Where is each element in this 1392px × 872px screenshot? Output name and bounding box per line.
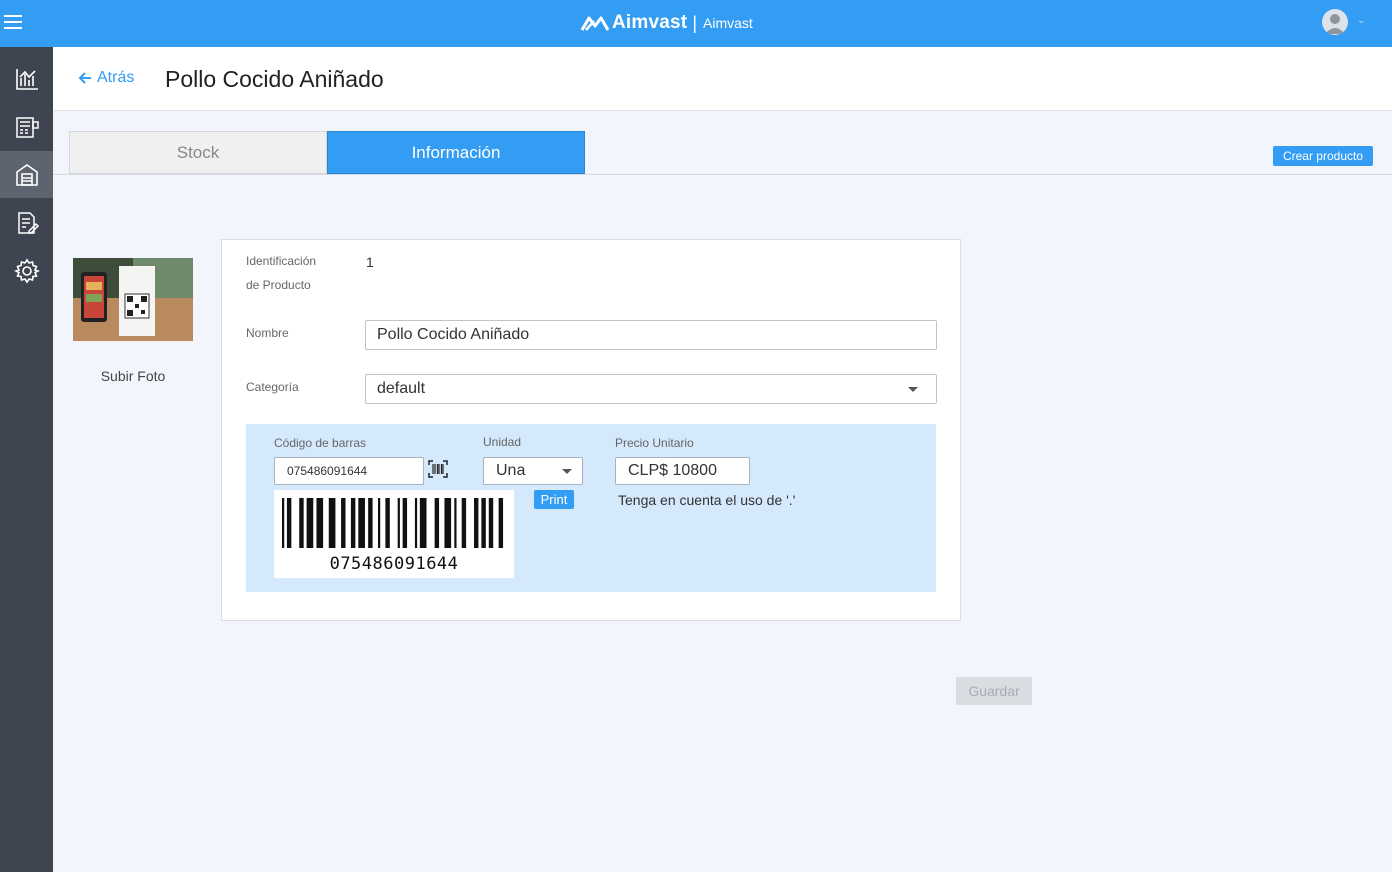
upload-photo-link[interactable]: Subir Foto (73, 368, 193, 384)
pos-icon (15, 116, 39, 138)
unit-select[interactable]: Una (483, 457, 583, 485)
barcode-bar (434, 498, 440, 548)
sidebar (0, 47, 53, 872)
barcode-bar (358, 498, 365, 548)
barcode-bar (368, 498, 373, 548)
barcode-bar (444, 498, 452, 548)
barcode-scan-icon[interactable] (428, 460, 448, 478)
category-value: default (377, 380, 426, 397)
tab-stock[interactable]: Stock (69, 131, 327, 174)
barcode-bar (498, 498, 504, 548)
barcode-bar (378, 498, 381, 548)
hamburger-menu-icon[interactable] (4, 15, 24, 31)
analytics-icon (15, 68, 38, 90)
barcode-bar (414, 498, 418, 548)
gear-icon (13, 258, 40, 283)
barcode-label: Código de barras (274, 436, 367, 450)
barcode-bar (299, 498, 304, 548)
back-label: Atrás (97, 69, 135, 86)
pricing-panel: Código de barras 075486091644 Unidad Una… (246, 424, 936, 592)
barcode-bar (385, 498, 390, 548)
barcode-number: 075486091644 (329, 554, 459, 574)
barcode-bar (397, 498, 400, 548)
document-edit-icon (17, 211, 39, 234)
print-button[interactable]: Print (534, 490, 574, 509)
back-link[interactable]: Atrás (77, 69, 134, 87)
name-label: Nombre (246, 326, 289, 340)
sidebar-item-documents[interactable] (0, 199, 53, 246)
unit-value: Una (496, 462, 526, 479)
save-button[interactable]: Guardar (956, 677, 1032, 705)
create-product-button[interactable]: Crear producto (1273, 146, 1373, 166)
product-photo[interactable] (73, 258, 193, 341)
barcode-bar (419, 498, 427, 548)
brand-subtitle: Aimvast (703, 15, 753, 31)
category-label: Categoría (246, 380, 299, 394)
sidebar-item-pos[interactable] (0, 103, 53, 150)
barcode-bar (461, 498, 467, 548)
arrow-left-icon (78, 72, 91, 84)
barcode-bar (328, 498, 336, 548)
barcode-input[interactable]: 075486091644 (274, 457, 424, 485)
price-input[interactable]: CLP$ 10800 (615, 457, 750, 485)
aimvast-logo-icon (580, 16, 610, 31)
brand: Aimvast | Aimvast (580, 11, 753, 35)
barcode-bar (474, 498, 479, 548)
name-input[interactable]: Pollo Cocido Aniñado (365, 320, 937, 350)
product-info-card: Identificación de Producto 1 Nombre Poll… (221, 239, 961, 621)
product-id-label-line2: de Producto (246, 278, 311, 292)
brand-name: Aimvast (612, 12, 688, 33)
category-select[interactable]: default (365, 374, 937, 404)
page-header: Atrás Pollo Cocido Aniñado (53, 47, 1392, 111)
sidebar-item-warehouse[interactable] (0, 151, 53, 198)
barcode-bar (350, 498, 356, 548)
decimal-note: Tenga en cuenta el uso de '.' (618, 492, 796, 508)
barcode-bar (341, 498, 346, 548)
warehouse-icon (15, 163, 38, 186)
top-bar: Aimvast | Aimvast ⌄ (0, 0, 1392, 47)
barcode-image: 075486091644 (274, 490, 514, 578)
barcode-bar (488, 498, 494, 548)
barcode-bar (454, 498, 457, 548)
barcode-bar (316, 498, 324, 548)
barcode-bars (282, 498, 504, 548)
user-avatar-icon[interactable] (1322, 9, 1348, 35)
product-id-label-line1: Identificación (246, 254, 317, 268)
unit-label: Unidad (483, 435, 522, 449)
brand-separator: | (692, 12, 698, 33)
sidebar-item-settings[interactable] (0, 247, 53, 294)
tab-information[interactable]: Información (327, 131, 585, 174)
price-label: Precio Unitario (615, 436, 694, 450)
dropdown-caret-icon (908, 387, 918, 392)
product-id-value: 1 (366, 254, 374, 270)
dropdown-caret-icon (562, 469, 572, 474)
barcode-bar (402, 498, 408, 548)
tabs-divider (53, 174, 1392, 175)
sidebar-item-analytics[interactable] (0, 55, 53, 102)
chevron-down-icon[interactable]: ⌄ (1357, 15, 1365, 26)
barcode-bar (481, 498, 486, 548)
barcode-bar (286, 498, 292, 548)
page-title: Pollo Cocido Aniñado (165, 66, 384, 92)
barcode-bar (306, 498, 314, 548)
barcode-bar (282, 498, 285, 548)
